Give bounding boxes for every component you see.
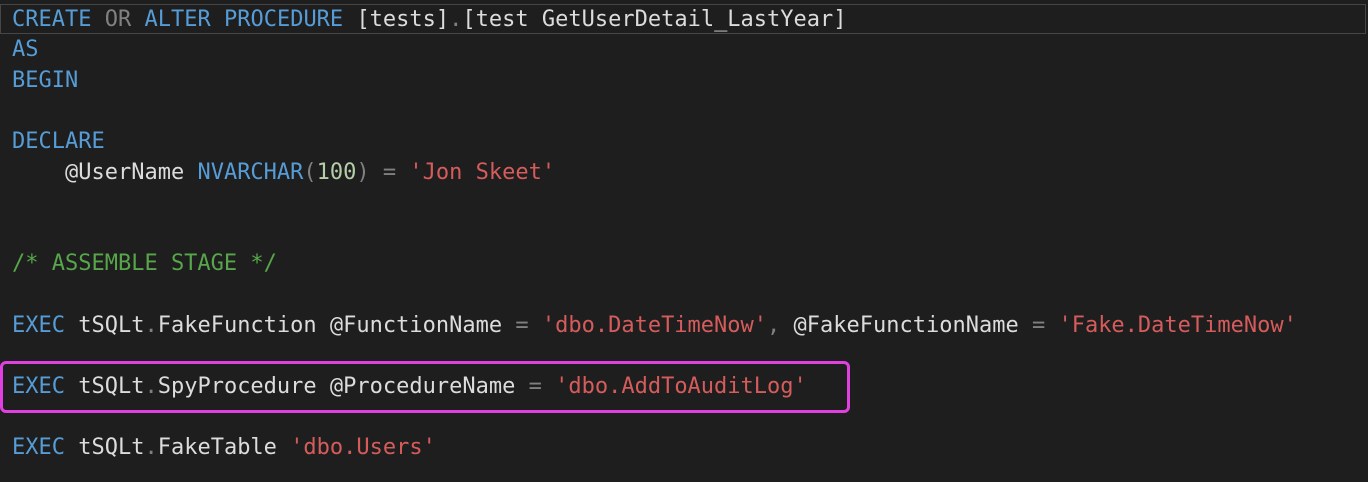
equals-operator: = [515,313,529,338]
keyword-or: OR [104,7,132,32]
code-line-5[interactable]: DECLARE [12,127,105,157]
code-line-15[interactable]: EXEC tSQLt.FakeTable 'dbo.Users' [12,433,436,463]
comment-assemble-stage: /* ASSEMBLE STAGE */ [12,251,277,276]
proc-faketable: FakeTable [157,435,277,460]
keyword-as: AS [12,37,39,62]
keyword-exec: EXEC [12,374,65,399]
type-nvarchar: NVARCHAR [197,160,304,185]
param-fakefunctionname: @FakeFunctionName [793,313,1019,338]
object-tsqlt: tSQLt [78,435,145,460]
param-procedurename: @ProcedureName [329,374,516,399]
code-line-3[interactable]: BEGIN [12,66,78,96]
equals-operator: = [382,160,397,185]
string-value: 'dbo.DateTimeNow' [541,313,768,338]
code-line-1[interactable]: CREATE OR ALTER PROCEDURE [tests].[test … [12,5,847,35]
string-value: 'dbo.Users' [290,435,436,460]
dot-separator: . [144,313,158,338]
code-line-2[interactable]: AS [12,35,39,65]
dot-separator: . [144,435,158,460]
type-size: 100 [316,160,357,185]
paren-close: ) [356,160,370,185]
code-line-9[interactable]: /* ASSEMBLE STAGE */ [12,249,277,279]
code-line-13[interactable]: EXEC tSQLt.SpyProcedure @ProcedureName =… [12,372,807,402]
paren-open: ( [303,160,317,185]
string-value: 'Fake.DateTimeNow' [1058,313,1297,338]
schema-identifier: [tests] [356,7,450,32]
equals-operator: = [1031,313,1046,338]
keyword-begin: BEGIN [12,68,79,93]
keyword-alter: ALTER [144,7,211,32]
param-functionname: @FunctionName [329,313,503,338]
proc-fakefunction: FakeFunction [157,313,317,338]
object-tsqlt: tSQLt [78,374,145,399]
keyword-declare: DECLARE [12,129,105,154]
keyword-create: CREATE [12,7,92,32]
object-tsqlt: tSQLt [78,313,145,338]
code-line-6[interactable]: @UserName NVARCHAR(100) = 'Jon Skeet' [12,158,555,188]
keyword-exec: EXEC [12,313,65,338]
string-value: 'Jon Skeet' [409,160,556,185]
comma: , [767,313,781,338]
equals-operator: = [528,374,542,399]
string-value: 'dbo.AddToAuditLog' [555,374,807,399]
dot-separator: . [449,7,463,32]
variable-username: @UserName [64,160,185,185]
dot-separator: . [144,374,158,399]
keyword-procedure: PROCEDURE [223,7,344,32]
keyword-exec: EXEC [12,435,65,460]
procedure-identifier: [test GetUserDetail_LastYear] [462,7,847,32]
code-line-11[interactable]: EXEC tSQLt.FakeFunction @FunctionName = … [12,311,1297,341]
sql-editor[interactable]: CREATE OR ALTER PROCEDURE [tests].[test … [0,0,1368,482]
proc-spyprocedure: SpyProcedure [157,374,317,399]
